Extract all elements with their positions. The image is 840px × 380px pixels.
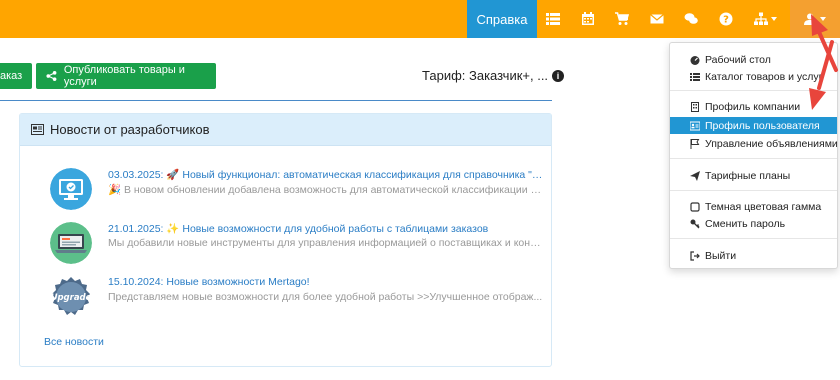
newspaper-icon	[31, 124, 44, 135]
news-item[interactable]: Upgrade 15.10.2024: Новые возможности Me…	[50, 276, 545, 318]
menu-item-user-profile[interactable]: Профиль пользователя	[670, 117, 837, 134]
menu-item-logout[interactable]: Выйти	[670, 247, 837, 264]
menu-item-tariffs[interactable]: Тарифные планы	[670, 167, 837, 184]
cart-icon[interactable]	[614, 11, 630, 27]
menu-item-change-password[interactable]: Сменить пароль	[670, 215, 837, 232]
user-dropdown-menu: Рабочий стол Каталог товаров и услуг Про…	[669, 42, 838, 269]
monitor-logo-icon	[50, 168, 92, 210]
menu-item-ads[interactable]: Управление объявлениями	[670, 135, 838, 152]
list-icon	[690, 72, 700, 81]
news-item[interactable]: 03.03.2025: 🚀 Новый функционал: автомати…	[50, 168, 545, 210]
news-item-description: 🎉 В новом обновлении добавлена возможнос…	[108, 184, 545, 196]
building-icon	[691, 101, 699, 112]
laptop-logo-icon	[50, 222, 92, 264]
envelope-icon[interactable]	[649, 11, 665, 27]
tariff-info: Тариф: Заказчик+, ... i	[422, 68, 565, 83]
news-item-title[interactable]: 21.01.2025: ✨ Новые возможности для удоб…	[108, 222, 545, 235]
order-button[interactable]: аказ	[0, 63, 32, 89]
sign-out-icon	[690, 250, 700, 261]
news-panel-title: Новости от разработчиков	[50, 122, 210, 137]
dashboard-icon	[690, 55, 700, 65]
news-item-description: Мы добавили новые инструменты для управл…	[108, 237, 545, 249]
news-item-description: Представляем новые возможности для более…	[108, 291, 543, 303]
top-navbar: Справка ?	[0, 0, 840, 38]
menu-item-company-profile[interactable]: Профиль компании	[670, 98, 837, 115]
menu-divider	[670, 158, 837, 159]
menu-item-label: Тарифные планы	[705, 169, 791, 182]
paper-plane-icon	[690, 170, 700, 181]
chevron-down-icon	[820, 17, 826, 21]
news-item-title[interactable]: 03.03.2025: 🚀 Новый функционал: автомати…	[108, 168, 545, 181]
svg-text:?: ?	[723, 15, 729, 26]
menu-item-label: Профиль пользователя	[705, 119, 820, 132]
menu-item-label: Темная цветовая гамма	[705, 200, 822, 213]
menu-divider	[670, 238, 837, 239]
chat-icon[interactable]	[683, 11, 699, 27]
menu-divider	[670, 90, 837, 91]
menu-item-label: Сменить пароль	[705, 217, 786, 230]
upgrade-badge-icon: Upgrade	[51, 277, 92, 315]
menu-item-label: Рабочий стол	[705, 53, 771, 66]
list-icon[interactable]	[545, 11, 561, 27]
flag-icon	[690, 138, 700, 149]
menu-item-label: Выйти	[705, 249, 737, 262]
key-icon	[690, 219, 700, 228]
news-item-title[interactable]: 15.10.2024: Новые возможности Mertago!	[108, 276, 545, 288]
menu-divider	[670, 190, 837, 191]
menu-item-label: Управление объявлениями	[705, 137, 838, 150]
calendar-icon[interactable]	[580, 11, 596, 27]
menu-item-label: Профиль компании	[705, 100, 801, 113]
publish-goods-button[interactable]: Опубликовать товары и услуги	[36, 63, 216, 89]
menu-item-dashboard[interactable]: Рабочий стол	[670, 51, 837, 68]
publish-goods-label: Опубликовать товары и услуги	[63, 64, 185, 88]
question-icon[interactable]: ?	[718, 11, 734, 27]
section-divider	[0, 100, 552, 101]
square-icon	[690, 201, 700, 212]
news-panel: Новости от разработчиков 03.03.2025: 🚀 Н…	[19, 113, 552, 367]
news-panel-header: Новости от разработчиков	[20, 114, 551, 146]
menu-item-label: Каталог товаров и услуг	[705, 70, 823, 83]
menu-item-dark-theme[interactable]: Темная цветовая гамма	[670, 198, 837, 215]
user-icon	[804, 13, 816, 25]
sitemap-icon[interactable]	[752, 11, 778, 27]
svg-text:Upgrade: Upgrade	[51, 293, 92, 303]
tariff-label: Тариф: Заказчик+, ...	[422, 68, 549, 83]
menu-item-catalog[interactable]: Каталог товаров и услуг	[670, 68, 837, 85]
help-button[interactable]: Справка	[467, 0, 537, 38]
news-item[interactable]: 21.01.2025: ✨ Новые возможности для удоб…	[50, 222, 545, 264]
all-news-link[interactable]: Все новости	[44, 336, 104, 348]
user-menu-toggle[interactable]	[790, 0, 840, 38]
share-icon	[46, 71, 57, 81]
info-icon[interactable]: i	[552, 69, 565, 82]
id-card-icon	[690, 121, 700, 130]
